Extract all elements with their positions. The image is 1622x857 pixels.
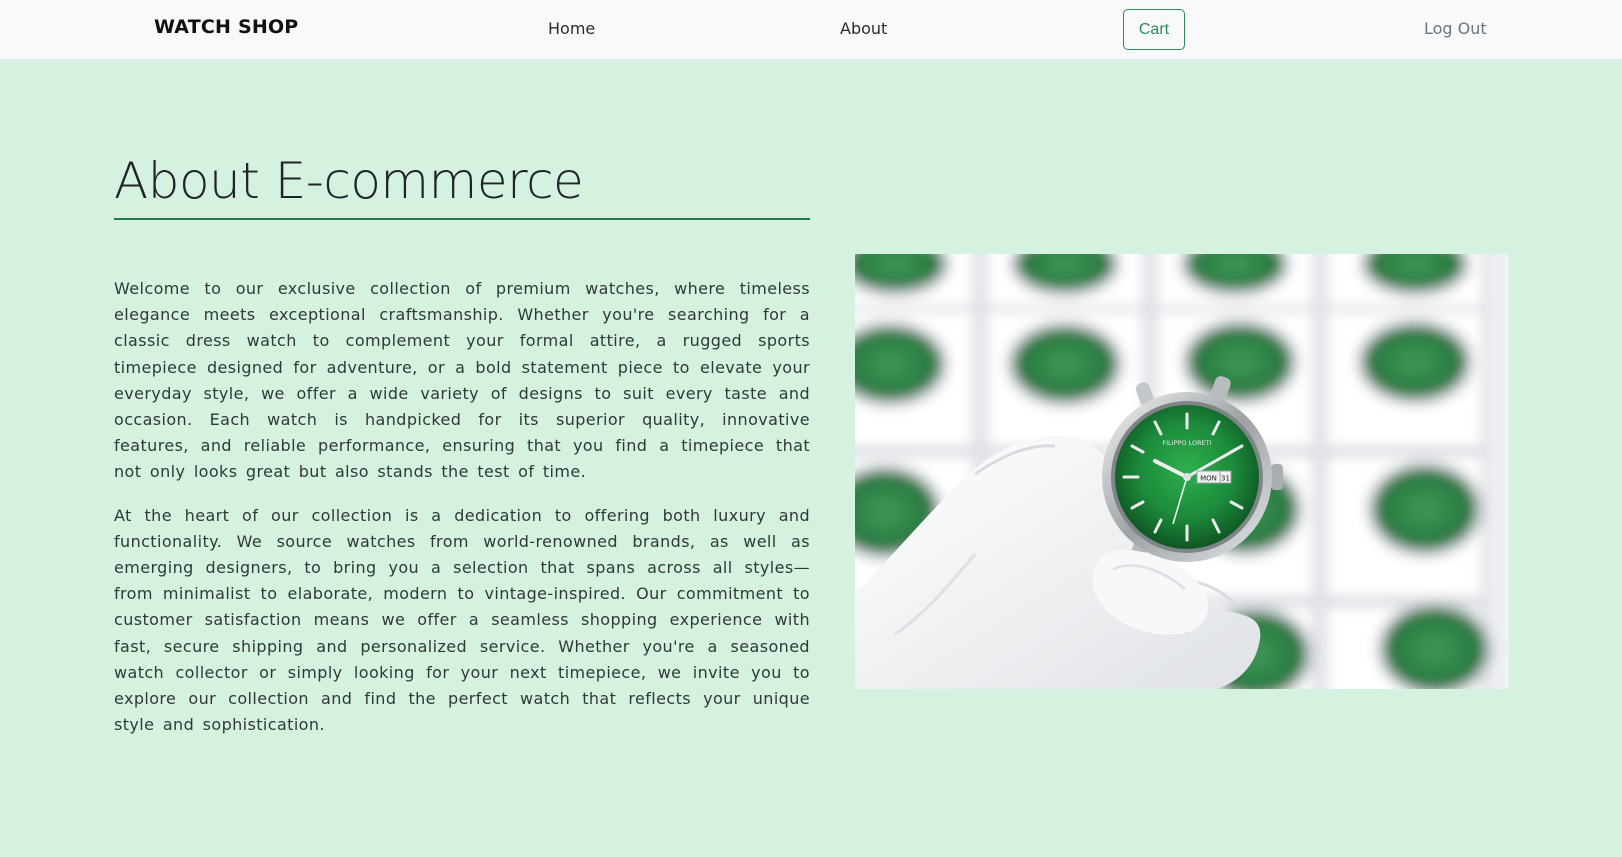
nav-about-link[interactable]: About <box>840 19 887 38</box>
brand-logo[interactable]: WATCH SHOP <box>154 16 298 38</box>
title-underline <box>114 218 810 220</box>
navbar: WATCH SHOP Home About Cart Log Out <box>0 0 1622 60</box>
watch-brand-text: FILIPPO LORETI <box>1162 439 1211 447</box>
about-content: Welcome to our exclusive collection of p… <box>114 276 810 755</box>
watch-photo: FILIPPO LORETI MON 31 <box>855 254 1509 689</box>
watch-photo-illustration: FILIPPO LORETI MON 31 <box>855 254 1509 689</box>
logout-link[interactable]: Log Out <box>1424 19 1487 38</box>
about-paragraph-2: At the heart of our collection is a dedi… <box>114 505 810 735</box>
page-title: About E-commerce <box>114 152 584 210</box>
cart-button[interactable]: Cart <box>1123 9 1185 50</box>
about-paragraph-1: Welcome to our exclusive collection of p… <box>114 279 810 482</box>
watch-day-text: MON <box>1200 475 1217 483</box>
watch-date-text: 31 <box>1221 475 1230 483</box>
nav-home-link[interactable]: Home <box>548 19 595 38</box>
